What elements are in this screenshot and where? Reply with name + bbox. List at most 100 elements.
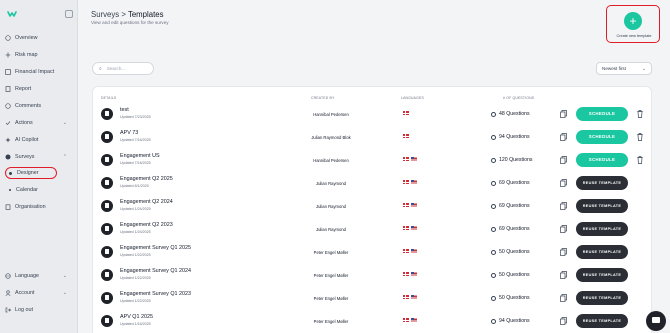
copy-icon[interactable] [560, 179, 567, 187]
sidebar-item-language[interactable]: Language ⌄ [5, 270, 73, 282]
language-flags [403, 249, 425, 255]
table-row[interactable]: Engagement Survey Q1 2025 Updated 1/22/2… [93, 241, 653, 264]
column-header-created-by: CREATED BY [311, 96, 335, 100]
template-name[interactable]: Engagement US [120, 153, 160, 159]
template-name[interactable]: test [120, 107, 129, 113]
sidebar-item-surveys[interactable]: Surveys ⌃ [5, 151, 73, 163]
table-row[interactable]: Engagement Survey Q1 2023 Updated 1/22/2… [93, 287, 653, 310]
copy-icon[interactable] [560, 133, 567, 141]
copy-icon[interactable] [560, 317, 567, 325]
sidebar-item-designer[interactable]: Designer [5, 167, 57, 179]
copy-icon[interactable] [560, 202, 567, 210]
clock-icon [491, 226, 496, 232]
schedule-button[interactable]: SCHEDULE [576, 153, 628, 167]
document-icon [101, 246, 113, 258]
sidebar-item-calendar[interactable]: Calendar [9, 184, 73, 196]
app-logo[interactable] [7, 10, 19, 18]
reuse-template-button[interactable]: REUSE TEMPLATE [576, 176, 628, 190]
reuse-template-button[interactable]: REUSE TEMPLATE [576, 291, 628, 305]
sidebar-item-label: Surveys [15, 154, 35, 160]
chat-launcher-button[interactable] [646, 311, 666, 331]
table-row[interactable]: test Updated 7/23/2025 Hannibal Pedersen… [93, 103, 653, 126]
copy-icon[interactable] [560, 156, 567, 164]
copy-icon[interactable] [560, 271, 567, 279]
document-icon [101, 108, 113, 120]
chevron-up-icon: ⌃ [62, 154, 67, 160]
sidebar-item-label: AI Copilot [15, 137, 39, 143]
trash-icon[interactable] [637, 110, 643, 118]
template-name[interactable]: APV Q1 2025 [120, 314, 153, 320]
template-name[interactable]: Engagement Q2 2024 [120, 199, 173, 205]
copy-icon[interactable] [560, 248, 567, 256]
sidebar-item-organisation[interactable]: Organisation [5, 201, 73, 213]
search-input[interactable]: ⌕ Search... [92, 62, 154, 75]
template-updated: Updated 7/16/2025 [120, 138, 151, 142]
danish-flag-icon [403, 318, 409, 322]
copy-icon[interactable] [560, 225, 567, 233]
schedule-button[interactable]: SCHEDULE [576, 130, 628, 144]
language-flags [403, 318, 425, 324]
sidebar-item-comments[interactable]: Comments [5, 100, 73, 112]
template-name[interactable]: Engagement Q2 2023 [120, 222, 173, 228]
trash-icon[interactable] [637, 133, 643, 141]
table-row[interactable]: Engagement US Updated 7/16/2025 Hannibal… [93, 149, 653, 172]
reuse-template-button[interactable]: REUSE TEMPLATE [576, 245, 628, 259]
sidebar-item-account[interactable]: Account ⌄ [5, 287, 73, 299]
clock-icon [491, 272, 496, 278]
sidebar-item-label: Log out [15, 307, 33, 313]
question-count: 50 Questions [491, 272, 530, 278]
sort-select[interactable]: Newest first ⌄ [596, 62, 652, 75]
reuse-template-button[interactable]: REUSE TEMPLATE [576, 314, 628, 328]
template-name[interactable]: APV 73 [120, 130, 138, 136]
template-name[interactable]: Engagement Survey Q1 2023 [120, 291, 191, 297]
sidebar-item-risk-map[interactable]: Risk map [5, 49, 73, 61]
page-title: Templates [127, 10, 164, 19]
template-name[interactable]: Engagement Q2 2025 [120, 176, 173, 182]
template-creator: Julian Raymond [315, 204, 347, 209]
create-template-button[interactable]: + [624, 12, 642, 30]
sidebar-item-logout[interactable]: Log out [5, 304, 73, 316]
table-row[interactable]: Engagement Survey Q1 2024 Updated 1/22/2… [93, 264, 653, 287]
schedule-button[interactable]: SCHEDULE [576, 107, 628, 121]
language-flags [403, 226, 425, 232]
template-updated: Updated 6/1/2025 [120, 184, 149, 188]
copy-icon[interactable] [560, 110, 567, 118]
question-count-label: 94 Questions [499, 318, 530, 324]
table-row[interactable]: APV Q1 2025 Updated 1/16/2025 Peter Enge… [93, 310, 653, 333]
copy-icon[interactable] [560, 294, 567, 302]
document-icon [101, 223, 113, 235]
trash-icon[interactable] [637, 156, 643, 164]
question-count: 48 Questions [491, 111, 530, 117]
table-row[interactable]: APV 73 Updated 7/16/2025 Julian Raymond … [93, 126, 653, 149]
chevron-down-icon: ⌄ [641, 65, 646, 72]
language-flags [403, 272, 425, 278]
column-header-details: DETAILS [101, 96, 117, 100]
sidebar-item-ai-copilot[interactable]: AI Copilot [5, 134, 73, 146]
danish-flag-icon [403, 203, 409, 207]
collapse-sidebar-icon[interactable] [65, 10, 73, 18]
surveys-icon [5, 154, 11, 160]
reuse-template-button[interactable]: REUSE TEMPLATE [576, 199, 628, 213]
sidebar-item-financial-impact[interactable]: Financial Impact [5, 66, 73, 78]
copilot-icon [5, 137, 11, 143]
column-header-questions: # OF QUESTIONS [503, 96, 535, 100]
template-creator: Peter Engel Møller [313, 296, 349, 301]
template-name[interactable]: Engagement Survey Q1 2024 [120, 268, 191, 274]
table-row[interactable]: Engagement Q2 2024 Updated 1/24/2025 Jul… [93, 195, 653, 218]
reuse-template-button[interactable]: REUSE TEMPLATE [576, 268, 628, 282]
breadcrumb-parent[interactable]: Surveys [91, 10, 119, 19]
sidebar-item-actions[interactable]: Actions ⌄ [5, 117, 73, 129]
question-count: 50 Questions [491, 249, 530, 255]
template-creator: Julian Raymond [315, 181, 347, 186]
globe-icon [5, 273, 11, 279]
overview-icon [5, 35, 11, 41]
table-row[interactable]: Engagement Q2 2025 Updated 6/1/2025 Juli… [93, 172, 653, 195]
us-flag-icon [411, 203, 417, 207]
sidebar-item-report[interactable]: Report [5, 83, 73, 95]
reuse-template-button[interactable]: REUSE TEMPLATE [576, 222, 628, 236]
table-row[interactable]: Engagement Q2 2023 Updated 1/24/2025 Jul… [93, 218, 653, 241]
template-name[interactable]: Engagement Survey Q1 2025 [120, 245, 191, 251]
template-updated: Updated 1/16/2025 [120, 322, 151, 326]
question-count-label: 69 Questions [499, 226, 530, 232]
sidebar-item-overview[interactable]: Overview [5, 32, 73, 44]
